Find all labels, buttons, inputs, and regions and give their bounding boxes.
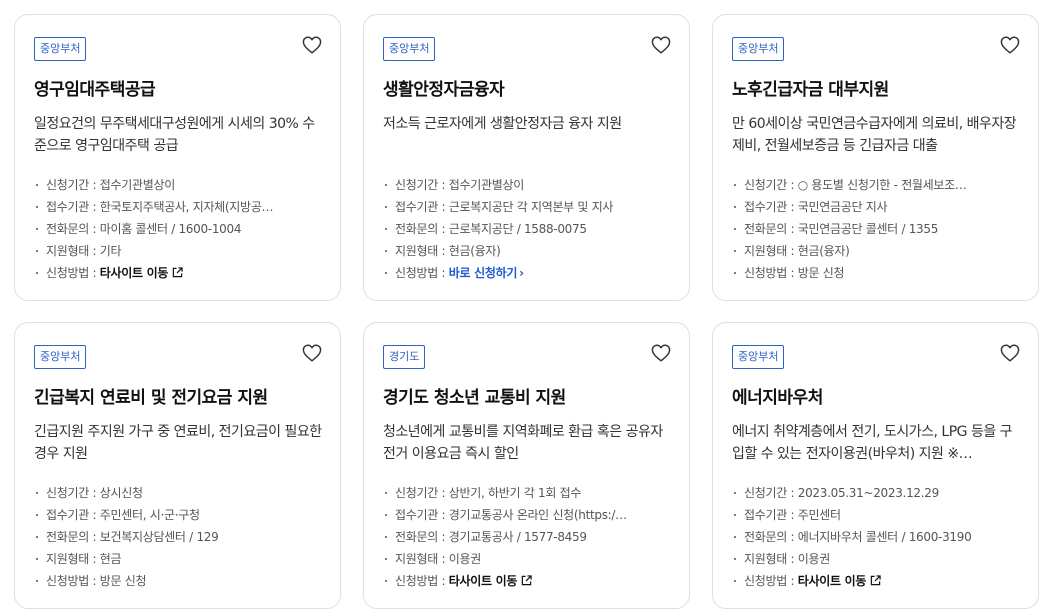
agency-badge: 중앙부처 (732, 37, 785, 61)
external-site-link-label: 타사이트 이동 (99, 266, 169, 280)
meta-type: 지원형태 : 이용권 (732, 548, 1020, 570)
card-description: 만 60세이상 국민연금수급자에게 의료비, 배우자장제비, 전월세보증금 등 … (732, 116, 1017, 154)
agency-badge: 경기도 (383, 345, 426, 369)
card-description: 청소년에게 교통비를 지역화폐로 환급 혹은 공유자전거 이용요금 즉시 할인 (383, 424, 663, 462)
method-slot: 바로 신청하기 › (449, 266, 524, 280)
method-slot: 타사이트 이동 (100, 266, 183, 280)
card-description: 일정요건의 무주택세대구성원에게 시세의 30% 수준으로 영구임대주택 공급 (34, 116, 315, 154)
service-card-grid: 중앙부처 영구임대주택공급 일정요건의 무주택세대구성원에게 시세의 30% 수… (14, 14, 1040, 610)
meta-agency: 접수기관 : 근로복지공단 각 지역본부 및 지사 (383, 196, 671, 218)
external-link-icon (172, 267, 183, 278)
external-site-link[interactable]: 타사이트 이동 (100, 266, 183, 280)
heart-outline-icon[interactable] (302, 36, 322, 54)
service-card[interactable]: 중앙부처 노후긴급자금 대부지원 만 60세이상 국민연금수급자에게 의료비, … (712, 14, 1039, 301)
external-link-icon (521, 575, 532, 586)
meta-period: 신청기간 : 상반기, 하반기 각 1회 접수 (383, 482, 671, 504)
meta-method: 신청방법 : 방문 신청 (34, 570, 322, 592)
meta-type: 지원형태 : 이용권 (383, 548, 671, 570)
service-card[interactable]: 중앙부처 긴급복지 연료비 및 전기요금 지원 긴급지원 주지원 가구 중 연료… (14, 322, 341, 609)
meta-phone: 전화문의 : 에너지바우처 콜센터 / 1600-3190 (732, 526, 1020, 548)
meta-period: 신청기간 : 접수기관별상이 (34, 174, 322, 196)
meta-agency: 접수기관 : 주민센터 (732, 504, 1020, 526)
apply-now-link-label: 바로 신청하기 (448, 266, 518, 280)
card-meta-list: 신청기간 : 2023.05.31~2023.12.29 접수기관 : 주민센터… (732, 482, 1020, 592)
card-meta-list: 신청기간 : ○ 용도별 신청기한 - 전월세보조… 접수기관 : 국민연금공단… (732, 174, 1020, 284)
meta-method: 신청방법 : 타사이트 이동 (383, 570, 671, 592)
external-site-link[interactable]: 타사이트 이동 (449, 574, 532, 588)
meta-method: 신청방법 : 바로 신청하기 › (383, 262, 671, 284)
service-card[interactable]: 중앙부처 에너지바우처 에너지 취약계층에서 전기, 도시가스, LPG 등을 … (712, 322, 1039, 609)
heart-outline-icon[interactable] (1000, 344, 1020, 362)
meta-method: 신청방법 : 방문 신청 (732, 262, 1020, 284)
external-site-link-label: 타사이트 이동 (797, 574, 867, 588)
meta-period: 신청기간 : 상시신청 (34, 482, 322, 504)
heart-outline-icon[interactable] (651, 36, 671, 54)
meta-agency: 접수기관 : 국민연금공단 지사 (732, 196, 1020, 218)
agency-badge: 중앙부처 (383, 37, 436, 61)
agency-badge: 중앙부처 (34, 37, 87, 61)
apply-now-link[interactable]: 바로 신청하기 › (449, 266, 524, 280)
card-description: 긴급지원 주지원 가구 중 연료비, 전기요금이 필요한 경우 지원 (34, 424, 322, 462)
meta-phone: 전화문의 : 경기교통공사 / 1577-8459 (383, 526, 671, 548)
meta-phone: 전화문의 : 보건복지상담센터 / 129 (34, 526, 322, 548)
card-title[interactable]: 긴급복지 연료비 및 전기요금 지원 (34, 383, 322, 408)
meta-agency: 접수기관 : 한국토지주택공사, 지자체(지방공… (34, 196, 322, 218)
meta-phone: 전화문의 : 국민연금공단 콜센터 / 1355 (732, 218, 1020, 240)
meta-agency: 접수기관 : 경기교통공사 온라인 신청(https:/… (383, 504, 671, 526)
card-description: 에너지 취약계층에서 전기, 도시가스, LPG 등을 구입할 수 있는 전자이… (732, 424, 1013, 462)
meta-agency: 접수기관 : 주민센터, 시·군·구청 (34, 504, 322, 526)
chevron-right-icon: › (519, 266, 524, 280)
external-site-link[interactable]: 타사이트 이동 (798, 574, 881, 588)
meta-method: 신청방법 : 타사이트 이동 (34, 262, 322, 284)
meta-type: 지원형태 : 기타 (34, 240, 322, 262)
meta-type: 지원형태 : 현금 (34, 548, 322, 570)
card-description: 저소득 근로자에게 생활안정자금 융자 지원 (383, 116, 622, 132)
method-slot: 방문 신청 (99, 574, 147, 588)
agency-badge: 중앙부처 (732, 345, 785, 369)
service-card[interactable]: 중앙부처 영구임대주택공급 일정요건의 무주택세대구성원에게 시세의 30% 수… (14, 14, 341, 301)
card-meta-list: 신청기간 : 접수기관별상이 접수기관 : 근로복지공단 각 지역본부 및 지사… (383, 174, 671, 284)
apply-method-text: 방문 신청 (99, 574, 147, 588)
heart-outline-icon[interactable] (302, 344, 322, 362)
service-card[interactable]: 경기도 경기도 청소년 교통비 지원 청소년에게 교통비를 지역화폐로 환급 혹… (363, 322, 690, 609)
meta-method: 신청방법 : 타사이트 이동 (732, 570, 1020, 592)
card-title[interactable]: 경기도 청소년 교통비 지원 (383, 383, 671, 408)
card-title[interactable]: 영구임대주택공급 (34, 75, 322, 100)
method-slot: 방문 신청 (797, 266, 845, 280)
heart-outline-icon[interactable] (651, 344, 671, 362)
card-meta-list: 신청기간 : 상반기, 하반기 각 1회 접수 접수기관 : 경기교통공사 온라… (383, 482, 671, 592)
external-link-icon (870, 575, 881, 586)
method-slot: 타사이트 이동 (798, 574, 881, 588)
meta-phone: 전화문의 : 마이홈 콜센터 / 1600-1004 (34, 218, 322, 240)
apply-method-text: 방문 신청 (797, 266, 845, 280)
meta-period: 신청기간 : 2023.05.31~2023.12.29 (732, 482, 1020, 504)
card-meta-list: 신청기간 : 접수기관별상이 접수기관 : 한국토지주택공사, 지자체(지방공…… (34, 174, 322, 284)
agency-badge: 중앙부처 (34, 345, 87, 369)
heart-outline-icon[interactable] (1000, 36, 1020, 54)
external-site-link-label: 타사이트 이동 (448, 574, 518, 588)
card-title[interactable]: 에너지바우처 (732, 383, 1020, 408)
service-card[interactable]: 중앙부처 생활안정자금융자 저소득 근로자에게 생활안정자금 융자 지원 신청기… (363, 14, 690, 301)
meta-type: 지원형태 : 현금(융자) (383, 240, 671, 262)
card-title[interactable]: 생활안정자금융자 (383, 75, 671, 100)
method-slot: 타사이트 이동 (449, 574, 532, 588)
meta-type: 지원형태 : 현금(융자) (732, 240, 1020, 262)
card-title[interactable]: 노후긴급자금 대부지원 (732, 75, 1020, 100)
meta-period: 신청기간 : 접수기관별상이 (383, 174, 671, 196)
meta-phone: 전화문의 : 근로복지공단 / 1588-0075 (383, 218, 671, 240)
meta-period: 신청기간 : ○ 용도별 신청기한 - 전월세보조… (732, 174, 1020, 196)
card-meta-list: 신청기간 : 상시신청 접수기관 : 주민센터, 시·군·구청 전화문의 : 보… (34, 482, 322, 592)
